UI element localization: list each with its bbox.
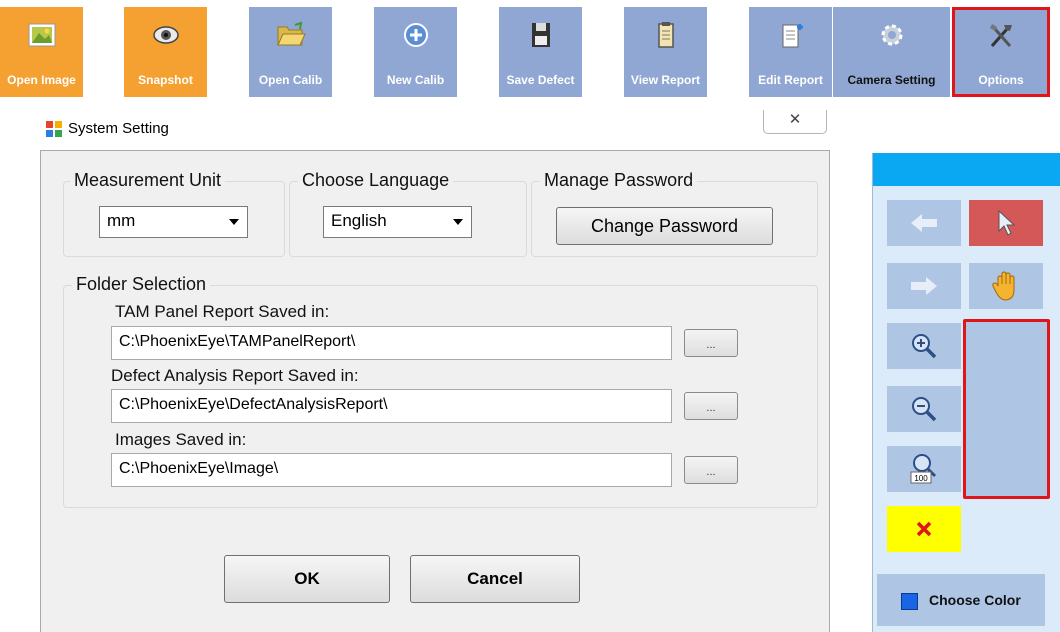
edit-report-label: Edit Report (758, 73, 823, 87)
language-select[interactable]: English (323, 206, 472, 238)
hand-pan-icon (992, 271, 1015, 301)
dialog-title: System Setting (68, 120, 169, 137)
images-browse-button[interactable]: ... (684, 456, 738, 484)
app-icon (46, 120, 62, 137)
defect-analysis-browse-button[interactable]: ... (684, 392, 738, 420)
defect-analysis-report-path-field[interactable]: C:\PhoenixEye\DefectAnalysisReport\ (111, 389, 672, 423)
ok-button[interactable]: OK (224, 555, 390, 603)
camera-setting-button[interactable]: Camera Setting (833, 7, 950, 97)
edit-document-icon (782, 24, 803, 48)
close-button[interactable]: ✕ (763, 110, 827, 134)
snapshot-label: Snapshot (138, 73, 193, 87)
delete-x-icon (916, 521, 932, 537)
tam-panel-report-path-field[interactable]: C:\PhoenixEye\TAMPanelReport\ (111, 326, 672, 360)
forward-button[interactable] (887, 263, 961, 309)
zoom-out-icon (912, 397, 937, 422)
folder-selection-label: Folder Selection (72, 274, 211, 295)
open-image-label: Open Image (7, 73, 76, 87)
chevron-down-icon (229, 219, 239, 225)
tools-icon (990, 24, 1012, 47)
tam-panel-browse-button[interactable]: ... (684, 329, 738, 357)
new-calib-label: New Calib (386, 73, 445, 87)
pan-tool-button[interactable] (969, 263, 1043, 309)
system-setting-dialog: Measurement Unit mm Choose Language Engl… (40, 150, 830, 632)
options-label: Options (978, 73, 1024, 87)
forward-arrow-icon (911, 277, 937, 295)
close-icon: ✕ (788, 111, 802, 128)
app-window: Open Image Snapshot Open Calib New Calib… (0, 0, 1060, 632)
dialog-title-bar: System Setting (46, 120, 169, 137)
cancel-button[interactable]: Cancel (410, 555, 580, 603)
clipboard-icon (657, 22, 674, 48)
color-swatch (901, 593, 918, 610)
delete-button[interactable] (887, 506, 961, 552)
images-saved-label: Images Saved in: (115, 430, 247, 449)
image-icon (28, 23, 55, 47)
change-password-button[interactable]: Change Password (556, 207, 773, 245)
back-arrow-icon (911, 214, 937, 232)
shape-tools-highlight (963, 319, 1050, 499)
images-path-field[interactable]: C:\PhoenixEye\Image\ (111, 453, 672, 487)
zoom-in-button[interactable] (887, 323, 961, 369)
open-image-button[interactable]: Open Image (0, 7, 83, 97)
floppy-disk-icon (531, 23, 550, 47)
zoom-in-icon (912, 334, 937, 359)
open-calib-label: Open Calib (258, 73, 323, 87)
plus-circle-icon (403, 23, 428, 47)
back-button[interactable] (887, 200, 961, 246)
open-calib-button[interactable]: Open Calib (249, 7, 332, 97)
tam-panel-report-label: TAM Panel Report Saved in: (115, 302, 330, 321)
panel-header (873, 153, 1060, 186)
save-defect-button[interactable]: Save Defect (499, 7, 582, 97)
zoom-out-button[interactable] (887, 386, 961, 432)
edit-report-button[interactable]: Edit Report (749, 7, 832, 97)
manage-password-label: Manage Password (540, 170, 698, 191)
chevron-down-icon (453, 219, 463, 225)
snapshot-button[interactable]: Snapshot (124, 7, 207, 97)
options-button[interactable]: Options (952, 7, 1050, 97)
manage-password-group: Manage Password Change Password (531, 170, 818, 257)
folder-selection-group: Folder Selection TAM Panel Report Saved … (63, 274, 818, 508)
zoom-100-button[interactable]: 100 (887, 446, 961, 492)
measurement-unit-select[interactable]: mm (99, 206, 248, 238)
choose-color-button[interactable]: Choose Color (877, 574, 1045, 626)
eye-icon (152, 26, 179, 44)
new-calib-button[interactable]: New Calib (374, 7, 457, 97)
svg-text:100: 100 (914, 474, 928, 483)
defect-analysis-report-label: Defect Analysis Report Saved in: (111, 366, 359, 385)
gear-icon (881, 24, 902, 46)
view-report-label: View Report (630, 73, 701, 87)
measurement-unit-value: mm (107, 211, 136, 230)
folder-open-icon (276, 21, 306, 46)
measurement-unit-label: Measurement Unit (70, 170, 226, 191)
zoom-100-icon: 100 (910, 454, 937, 484)
choose-color-label: Choose Color (929, 592, 1021, 608)
pointer-cursor-icon (998, 209, 1016, 236)
language-value: English (331, 211, 387, 230)
measurement-unit-group: Measurement Unit mm (63, 170, 285, 257)
save-defect-label: Save Defect (506, 73, 575, 87)
camera-setting-label: Camera Setting (847, 73, 936, 87)
choose-language-group: Choose Language English (289, 170, 527, 257)
choose-language-label: Choose Language (298, 170, 454, 191)
main-toolbar: Open Image Snapshot Open Calib New Calib… (0, 0, 1060, 97)
view-report-button[interactable]: View Report (624, 7, 707, 97)
pointer-tool-button[interactable] (969, 200, 1043, 246)
